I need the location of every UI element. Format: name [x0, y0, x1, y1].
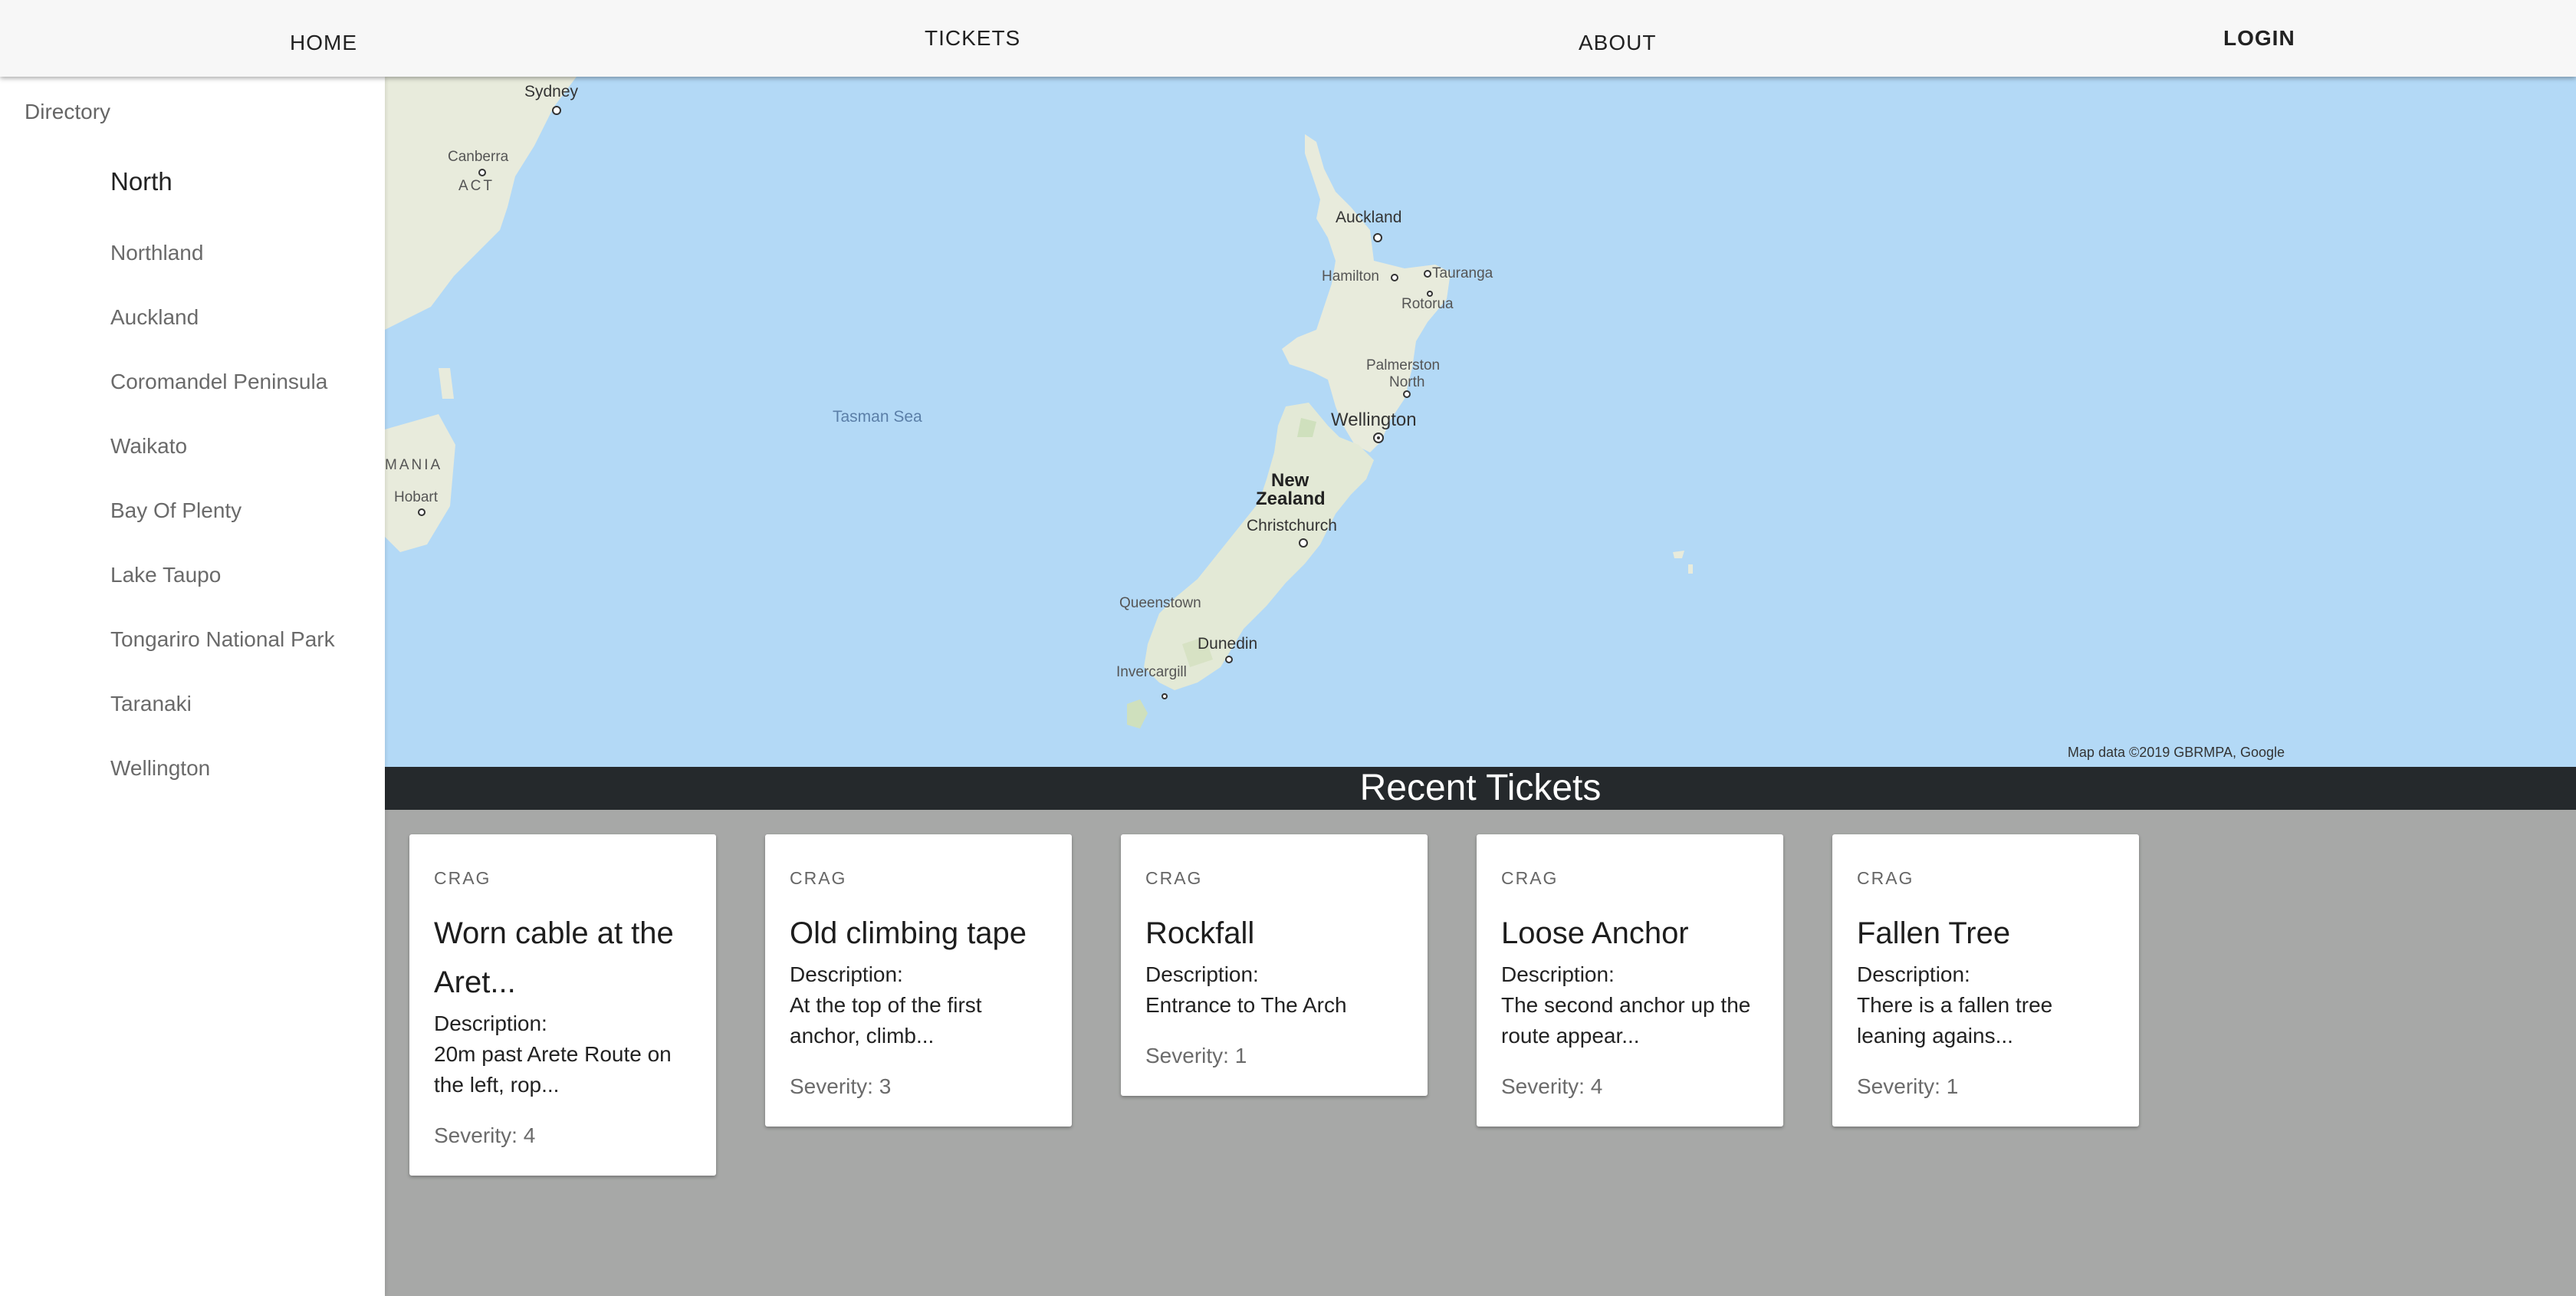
ticket-description: The second anchor up the route appear... [1501, 993, 1751, 1048]
ticket-category: CRAG [1145, 868, 1203, 888]
ticket-severity: Severity: 1 [1145, 1044, 1247, 1067]
ticket-description-label: Description: [1501, 962, 1615, 986]
map-label-queenstown: Queenstown [1119, 595, 1201, 611]
sidebar-header-north[interactable]: North [110, 167, 172, 196]
sidebar-item-lake-taupo[interactable]: Lake Taupo [110, 563, 221, 587]
ticket-card[interactable]: CRAG Worn cable at the Aret... Descripti… [409, 834, 716, 1176]
map-label-palmerston-north: North [1389, 374, 1425, 390]
recent-tickets-heading: Recent Tickets [385, 767, 2576, 810]
nav-about-link[interactable]: ABOUT [1579, 31, 1656, 55]
ticket-card[interactable]: CRAG Old climbing tape Description: At t… [765, 834, 1072, 1127]
map-label-dunedin: Dunedin [1198, 635, 1258, 653]
map-label-wellington: Wellington [1331, 410, 1417, 430]
map-label-canberra: Canberra [448, 149, 509, 165]
map-label-tasmania: MANIA [385, 457, 443, 473]
ticket-description-label: Description: [790, 962, 903, 986]
ticket-description-label: Description: [1145, 962, 1259, 986]
ticket-title[interactable]: Fallen Tree [1857, 909, 2114, 958]
ticket-description: At the top of the first anchor, climb... [790, 993, 982, 1048]
map-label-tasman-sea: Tasman Sea [833, 408, 922, 426]
ticket-title[interactable]: Loose Anchor [1501, 909, 1759, 958]
nav-tickets-link[interactable]: TICKETS [925, 26, 1020, 51]
sidebar-item-coromandel[interactable]: Coromandel Peninsula [110, 370, 327, 394]
nav-home-link[interactable]: HOME [290, 31, 357, 55]
ticket-category: CRAG [1501, 868, 1559, 888]
map-label-christchurch: Christchurch [1247, 517, 1337, 535]
ticket-severity: Severity: 4 [434, 1123, 536, 1147]
ticket-title[interactable]: Old climbing tape [790, 909, 1047, 958]
map-view[interactable]: Sydney Canberra ACT MANIA Hobart Tasman … [385, 77, 2576, 767]
sidebar-item-bay-of-plenty[interactable]: Bay Of Plenty [110, 498, 242, 523]
sidebar-item-taranaki[interactable]: Taranaki [110, 692, 192, 716]
ticket-card[interactable]: CRAG Loose Anchor Description: The secon… [1477, 834, 1783, 1127]
ticket-card[interactable]: CRAG Rockfall Description: Entrance to T… [1121, 834, 1428, 1096]
map-label-rotorua: Rotorua [1401, 296, 1454, 312]
map-attribution: Map data ©2019 GBRMPA, Google [2067, 745, 2285, 760]
map-label-invercargill: Invercargill [1116, 664, 1187, 680]
sidebar-item-tongariro[interactable]: Tongariro National Park [110, 627, 335, 652]
ticket-description: There is a fallen tree leaning agains... [1857, 993, 2053, 1048]
sidebar-item-waikato[interactable]: Waikato [110, 434, 187, 459]
ticket-description-label: Description: [1857, 962, 1970, 986]
map-label-hamilton: Hamilton [1322, 268, 1379, 285]
map-label-auckland: Auckland [1336, 209, 1402, 226]
map-label-hobart: Hobart [394, 489, 439, 505]
ticket-description: 20m past Arete Route on the left, rop... [434, 1042, 672, 1097]
map-label-zealand: Zealand [1256, 488, 1326, 509]
ticket-title[interactable]: Worn cable at the Aret... [434, 909, 692, 1007]
map-label-palmerston: Palmerston [1366, 357, 1441, 373]
ticket-severity: Severity: 3 [790, 1074, 892, 1098]
recent-tickets-area: CRAG Worn cable at the Aret... Descripti… [385, 810, 2576, 1296]
top-nav: HOME TICKETS ABOUT LOGIN [0, 0, 2576, 77]
ticket-category: CRAG [434, 868, 491, 888]
ticket-severity: Severity: 1 [1857, 1074, 1959, 1098]
ticket-card[interactable]: CRAG Fallen Tree Description: There is a… [1832, 834, 2139, 1127]
ticket-severity: Severity: 4 [1501, 1074, 1603, 1098]
ticket-category: CRAG [790, 868, 847, 888]
directory-sidebar: Directory North Northland Auckland Corom… [0, 77, 385, 1296]
directory-label: Directory [25, 100, 111, 123]
ticket-category: CRAG [1857, 868, 1914, 888]
map-label-sydney: Sydney [524, 83, 579, 100]
map-label-act: ACT [458, 178, 495, 194]
sidebar-item-wellington[interactable]: Wellington [110, 756, 210, 781]
ticket-description: Entrance to The Arch [1145, 993, 1347, 1017]
nav-login-link[interactable]: LOGIN [2223, 26, 2295, 51]
map-land-shapes [385, 77, 1693, 729]
ticket-title[interactable]: Rockfall [1145, 909, 1403, 958]
ticket-description-label: Description: [434, 1011, 547, 1035]
sidebar-item-auckland[interactable]: Auckland [110, 305, 199, 330]
map-label-tauranga: Tauranga [1432, 265, 1493, 281]
sidebar-item-northland[interactable]: Northland [110, 241, 203, 265]
